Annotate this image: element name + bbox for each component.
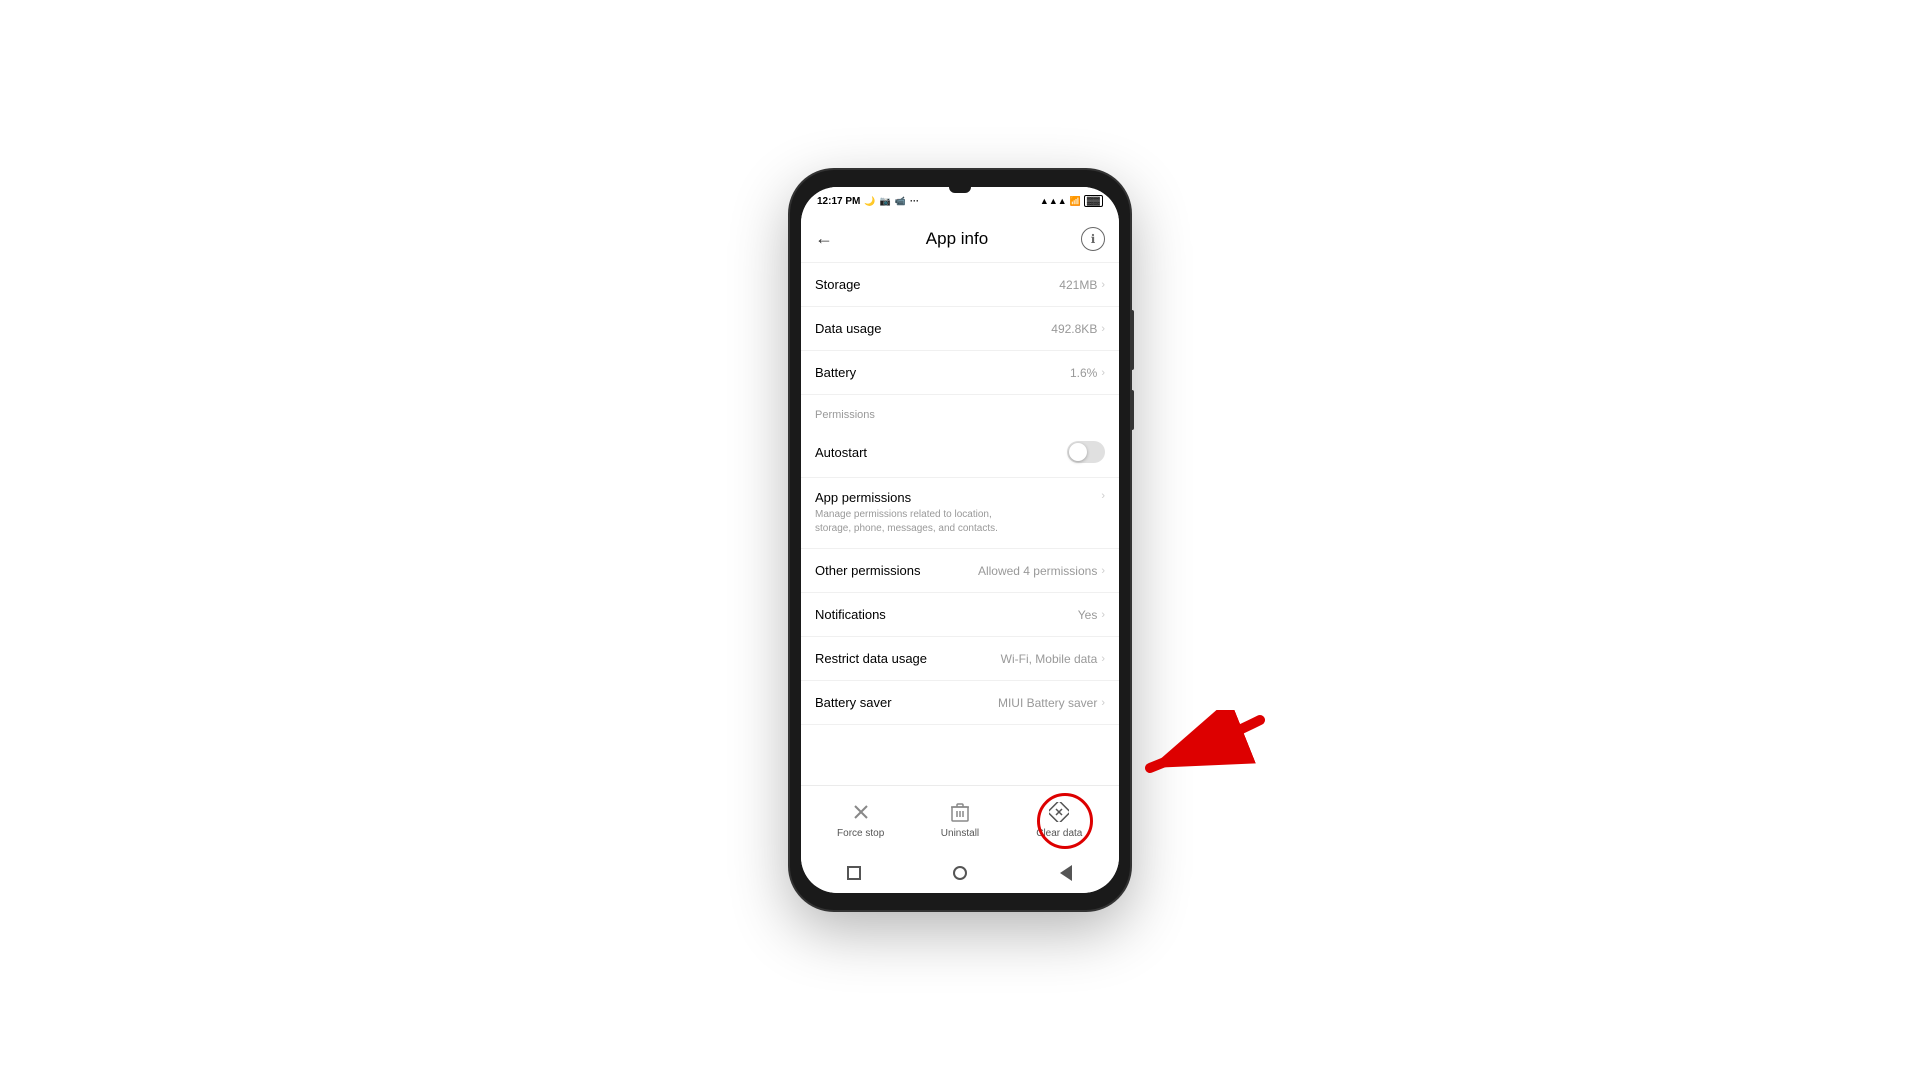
uninstall-button[interactable]: Uninstall [930, 800, 990, 839]
app-permissions-subtitle: Manage permissions related to location, … [815, 508, 1010, 536]
app-permissions-title: App permissions [815, 490, 1101, 505]
other-permissions-value-container: Allowed 4 permissions › [978, 564, 1105, 578]
force-stop-icon [849, 800, 873, 824]
info-button[interactable]: ℹ [1081, 227, 1105, 251]
nav-square-icon [847, 866, 861, 880]
dots-icon: ··· [910, 196, 919, 206]
battery-saver-value-container: MIUI Battery saver › [998, 696, 1105, 710]
clear-data-icon [1047, 800, 1071, 824]
nav-home-button[interactable] [946, 859, 974, 887]
other-permissions-row[interactable]: Other permissions Allowed 4 permissions … [801, 549, 1119, 593]
battery-label: Battery [815, 365, 856, 380]
arrow-annotation [1120, 710, 1270, 795]
battery-saver-row[interactable]: Battery saver MIUI Battery saver › [801, 681, 1119, 725]
nav-square-button[interactable] [840, 859, 868, 887]
autostart-label: Autostart [815, 445, 867, 460]
storage-value-container: 421MB › [1059, 278, 1105, 292]
force-stop-button[interactable]: Force stop [831, 800, 891, 839]
storage-row[interactable]: Storage 421MB › [801, 263, 1119, 307]
autostart-row[interactable]: Autostart [801, 427, 1119, 478]
toggle-knob [1069, 443, 1087, 461]
restrict-data-usage-row[interactable]: Restrict data usage Wi-Fi, Mobile data › [801, 637, 1119, 681]
data-usage-value-container: 492.8KB › [1051, 322, 1105, 336]
nav-circle-icon [953, 866, 967, 880]
notifications-value: Yes [1078, 608, 1098, 622]
notifications-chevron: › [1101, 609, 1105, 621]
nav-triangle-icon [1060, 865, 1072, 881]
notifications-label: Notifications [815, 607, 886, 622]
other-permissions-value: Allowed 4 permissions [978, 564, 1097, 578]
uninstall-label: Uninstall [941, 828, 979, 839]
moon-icon: 🌙 [864, 196, 875, 207]
video-icon: 📹 [895, 196, 906, 207]
battery-value-container: 1.6% › [1070, 366, 1105, 380]
restrict-data-usage-label: Restrict data usage [815, 651, 927, 666]
storage-chevron: › [1101, 279, 1105, 291]
battery-saver-label: Battery saver [815, 695, 892, 710]
uninstall-icon [948, 800, 972, 824]
signal-icon: ▲▲▲ [1040, 196, 1067, 206]
permissions-section-header: Permissions [801, 395, 1119, 427]
permissions-header-label: Permissions [815, 409, 875, 421]
app-permissions-row[interactable]: App permissions Manage permissions relat… [801, 478, 1119, 549]
camera-icon: 📷 [880, 196, 891, 207]
data-usage-label: Data usage [815, 321, 882, 336]
clear-data-button[interactable]: Clear data [1029, 800, 1089, 839]
data-usage-row[interactable]: Data usage 492.8KB › [801, 307, 1119, 351]
back-button[interactable]: ← [815, 228, 833, 249]
nav-bar [801, 853, 1119, 893]
screen: 12:17 PM 🌙 📷 📹 ··· ▲▲▲ 📶 ▓▓ ← App info ℹ [801, 187, 1119, 893]
storage-value: 421MB [1059, 278, 1097, 292]
status-bar: 12:17 PM 🌙 📷 📹 ··· ▲▲▲ 📶 ▓▓ [801, 187, 1119, 215]
nav-back-button[interactable] [1052, 859, 1080, 887]
restrict-data-usage-chevron: › [1101, 653, 1105, 665]
time-display: 12:17 PM [817, 196, 860, 207]
info-icon: ℹ [1091, 232, 1096, 246]
other-permissions-chevron: › [1101, 565, 1105, 577]
status-bar-right: ▲▲▲ 📶 ▓▓ [1040, 195, 1103, 207]
autostart-toggle[interactable] [1067, 441, 1105, 463]
notch [949, 187, 971, 193]
app-header: ← App info ℹ [801, 215, 1119, 263]
battery-row[interactable]: Battery 1.6% › [801, 351, 1119, 395]
notifications-value-container: Yes › [1078, 608, 1105, 622]
force-stop-label: Force stop [837, 828, 884, 839]
battery-value: 1.6% [1070, 366, 1097, 380]
content-area: Storage 421MB › Data usage 492.8KB › [801, 263, 1119, 785]
data-usage-value: 492.8KB [1051, 322, 1097, 336]
phone-shell: 12:17 PM 🌙 📷 📹 ··· ▲▲▲ 📶 ▓▓ ← App info ℹ [790, 170, 1130, 910]
battery-saver-value: MIUI Battery saver [998, 696, 1097, 710]
data-usage-chevron: › [1101, 323, 1105, 335]
restrict-data-usage-value: Wi-Fi, Mobile data [1001, 652, 1098, 666]
battery-icon: ▓▓ [1084, 195, 1103, 207]
app-permissions-chevron: › [1101, 490, 1105, 502]
app-permissions-left: App permissions Manage permissions relat… [815, 490, 1101, 536]
restrict-data-usage-value-container: Wi-Fi, Mobile data › [1001, 652, 1105, 666]
notifications-row[interactable]: Notifications Yes › [801, 593, 1119, 637]
status-bar-left: 12:17 PM 🌙 📷 📹 ··· [817, 196, 919, 207]
clear-data-label: Clear data [1036, 828, 1082, 839]
battery-chevron: › [1101, 367, 1105, 379]
other-permissions-label: Other permissions [815, 563, 920, 578]
bottom-action-bar: Force stop Uninstall [801, 785, 1119, 853]
wifi-icon: 📶 [1070, 196, 1081, 207]
battery-saver-chevron: › [1101, 697, 1105, 709]
scene: 12:17 PM 🌙 📷 📹 ··· ▲▲▲ 📶 ▓▓ ← App info ℹ [0, 0, 1920, 1080]
page-title: App info [926, 229, 988, 249]
storage-label: Storage [815, 277, 861, 292]
